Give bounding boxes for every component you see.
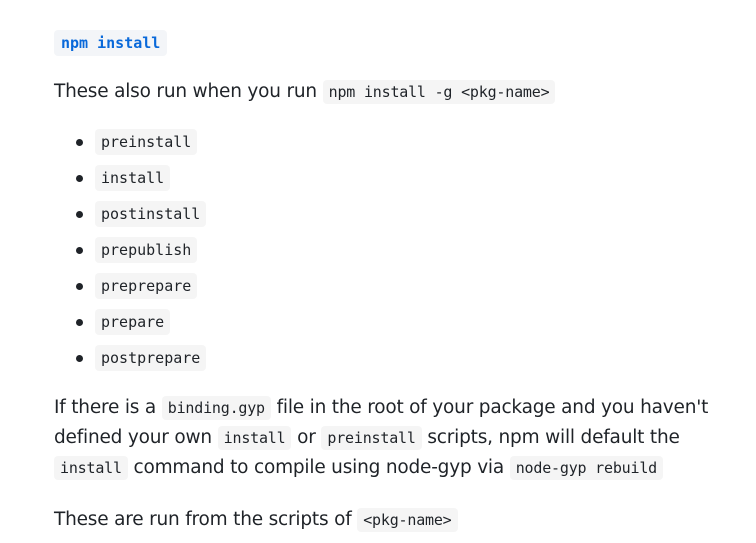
note-text: If there is a <box>54 397 162 418</box>
script-name-code: preinstall <box>95 129 198 155</box>
intro-command-code: npm install -g <pkg-name> <box>322 80 556 104</box>
script-name-code: postprepare <box>95 345 207 371</box>
footer-paragraph: These are run from the scripts of <pkg-n… <box>54 505 458 535</box>
note-code: install <box>217 426 292 450</box>
list-item: preinstall <box>54 126 206 162</box>
list-item: preprepare <box>54 270 206 306</box>
script-name-code: prepublish <box>95 237 198 263</box>
script-name-code: install <box>95 165 171 191</box>
list-item: prepublish <box>54 234 206 270</box>
intro-paragraph: These also run when you run npm install … <box>54 77 556 107</box>
script-name-code: prepare <box>95 309 171 335</box>
script-name-code: postinstall <box>95 201 207 227</box>
note-text: scripts, npm will default the <box>421 427 680 448</box>
node-gyp-note-paragraph: If there is a binding.gyp file in the ro… <box>54 393 744 483</box>
note-code: preinstall <box>321 426 422 450</box>
note-code: node-gyp rebuild <box>509 456 663 480</box>
footer-text: These are run from the scripts of <box>54 509 358 530</box>
note-text: command to compile using node-gyp via <box>127 457 510 478</box>
note-code: binding.gyp <box>161 396 271 420</box>
list-item: prepare <box>54 306 206 342</box>
list-item: postinstall <box>54 198 207 234</box>
section-heading-code: npm install <box>54 30 168 56</box>
note-code: install <box>54 456 128 480</box>
note-text: or <box>291 427 322 448</box>
script-name-code: preprepare <box>95 273 198 299</box>
list-item: install <box>54 162 206 198</box>
footer-code: <pkg-name> <box>357 508 458 532</box>
intro-text: These also run when you run <box>54 81 323 102</box>
script-list: preinstall install postinstall prepublis… <box>54 126 207 378</box>
list-item: postprepare <box>54 342 207 378</box>
